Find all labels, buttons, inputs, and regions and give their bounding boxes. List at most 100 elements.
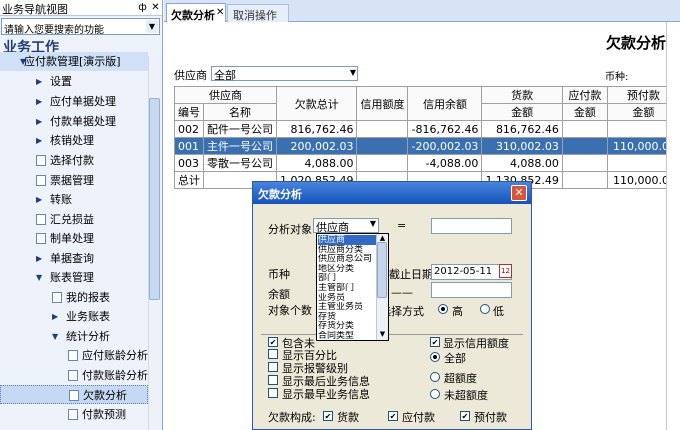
sidebar-item[interactable]: 选择付款 bbox=[0, 151, 148, 170]
dropdown-option[interactable]: 供应商分类 bbox=[318, 245, 378, 255]
sidebar-item[interactable]: ▶ 核销处理 bbox=[0, 131, 148, 150]
expand-right-icon[interactable]: ▶ bbox=[52, 307, 58, 326]
document-icon bbox=[68, 350, 78, 361]
expand-right-icon[interactable]: ▶ bbox=[36, 131, 42, 150]
pin-icon[interactable]: ф bbox=[137, 1, 148, 14]
sidebar-item[interactable]: ▶ 设置 bbox=[0, 72, 148, 91]
balance-to-input[interactable] bbox=[431, 282, 512, 298]
expand-right-icon[interactable]: ▶ bbox=[36, 190, 42, 209]
expand-right-icon[interactable]: ▶ bbox=[36, 72, 42, 91]
tab-cancel-operation[interactable]: 取消操作 bbox=[227, 4, 289, 22]
calendar-icon[interactable]: 12 bbox=[499, 264, 512, 278]
table-row[interactable]: 003 零散一号公司 4,088.00 -4,088.00 4,088.00 bbox=[174, 154, 680, 172]
option-checkbox[interactable] bbox=[268, 362, 278, 372]
table-cell: 003 bbox=[174, 154, 204, 172]
sidebar-item[interactable]: ▶ 转账 bbox=[0, 190, 148, 209]
scroll-up-icon[interactable]: ▲ bbox=[378, 234, 387, 242]
composition-checkbox[interactable]: ✔ bbox=[460, 411, 470, 421]
sidebar-item-label: 转账 bbox=[50, 193, 72, 206]
dropdown-option[interactable]: 存货分类 bbox=[318, 321, 378, 331]
dropdown-option[interactable]: 主管部门 bbox=[318, 283, 378, 293]
sidebar-item-label: 应付单据处理 bbox=[50, 95, 116, 108]
composition-checkbox[interactable]: ✔ bbox=[323, 411, 333, 421]
expand-right-icon[interactable]: ▶ bbox=[36, 92, 42, 111]
vendor-select[interactable]: 全部 ▼ bbox=[211, 66, 358, 82]
sort-low-radio[interactable] bbox=[480, 304, 490, 314]
sidebar-item[interactable]: 付款账龄分析 bbox=[0, 366, 148, 385]
dropdown-option[interactable]: 主管业务员 bbox=[318, 302, 378, 312]
analysis-target-select[interactable]: 供应商 ▼ bbox=[313, 218, 379, 234]
sidebar-item[interactable]: ▶ 单据查询 bbox=[0, 249, 148, 268]
option-checkbox[interactable] bbox=[268, 349, 278, 359]
expand-down-icon[interactable]: ▼ bbox=[52, 327, 58, 346]
composition-checkbox[interactable]: ✔ bbox=[388, 411, 398, 421]
analysis-target-input[interactable] bbox=[431, 218, 512, 234]
sort-low-label: 低 bbox=[493, 305, 504, 318]
sidebar-item[interactable]: 应付账龄分析 bbox=[0, 346, 148, 365]
expand-down-icon[interactable]: ▼ bbox=[36, 268, 42, 287]
sidebar-item[interactable]: ▼ 账表管理 bbox=[0, 268, 148, 287]
dropdown-scroll-thumb[interactable] bbox=[377, 242, 387, 298]
chevron-down-icon[interactable]: ▼ bbox=[370, 219, 376, 228]
sidebar-item[interactable]: 欠款分析 bbox=[0, 385, 148, 404]
table-row[interactable]: 002 配件一号公司 816,762.46 -816,762.46 816,762.46 bbox=[174, 120, 680, 138]
chevron-down-icon[interactable]: ▼ bbox=[350, 68, 356, 77]
table-cell: -816,762.46 bbox=[407, 120, 483, 138]
nav-close-icon[interactable]: ✕ bbox=[150, 1, 161, 14]
tab-debt-analysis[interactable]: 欠款分析 ✕ bbox=[166, 3, 226, 22]
sidebar-item[interactable]: ▶ 业务账表 bbox=[0, 307, 148, 326]
dropdown-option[interactable]: 存货 bbox=[318, 312, 378, 322]
col-header-vendor: 供应商 bbox=[174, 86, 277, 104]
credit-filter-radio[interactable] bbox=[430, 372, 440, 382]
option-checkbox-label: 显示最早业务信息 bbox=[282, 388, 370, 401]
credit-filter-label: 超额度 bbox=[444, 372, 477, 385]
option-checkbox[interactable] bbox=[268, 375, 278, 385]
nav-title: 业务导航视图 bbox=[2, 3, 68, 16]
sidebar-item[interactable]: 票据管理 bbox=[0, 171, 148, 190]
currency-label: 币种: bbox=[605, 72, 629, 83]
sidebar-item[interactable]: 我的报表 bbox=[0, 288, 148, 307]
sidebar-item-label: 选择付款 bbox=[50, 154, 94, 167]
option-checkbox[interactable]: ✔ bbox=[268, 337, 278, 347]
sidebar-item-label: 账表管理 bbox=[50, 271, 94, 284]
debt-table: 供应商 欠款总计 信用额度 信用余额 货款 应付款 预付款 编号 名称 金额 金… bbox=[174, 86, 680, 189]
sidebar-item[interactable]: ▼ 统计分析 bbox=[0, 327, 148, 346]
table-cell: 001 bbox=[174, 137, 204, 155]
sort-high-label: 高 bbox=[452, 305, 463, 318]
nav-search-combo[interactable]: 请输入您要搜索的功能 ▼ bbox=[1, 18, 160, 36]
credit-filter-radio[interactable] bbox=[430, 389, 440, 399]
option-checkbox[interactable] bbox=[268, 388, 278, 398]
document-icon bbox=[52, 292, 62, 303]
table-cell bbox=[356, 154, 409, 172]
expand-right-icon[interactable]: ▶ bbox=[36, 112, 42, 131]
chevron-down-icon[interactable]: ▼ bbox=[146, 20, 158, 33]
expand-right-icon[interactable]: ▶ bbox=[36, 249, 42, 268]
tab-close-icon[interactable]: ✕ bbox=[216, 7, 224, 18]
sort-high-radio[interactable] bbox=[438, 304, 448, 314]
table-row[interactable]: 001 主件一号公司 200,002.03 -200,002.03 310,002.03… bbox=[174, 137, 680, 155]
document-icon bbox=[36, 233, 46, 244]
dropdown-option[interactable]: 地区分类 bbox=[318, 264, 378, 274]
show-credit-checkbox[interactable]: ✔ bbox=[430, 337, 440, 347]
close-icon[interactable]: ✕ bbox=[511, 185, 527, 201]
table-cell bbox=[561, 154, 608, 172]
dropdown-option[interactable]: 部门 bbox=[318, 273, 378, 283]
sidebar-item[interactable]: 付款预测 bbox=[0, 405, 148, 424]
sidebar-item[interactable]: ▼ 应付款管理[演示版] bbox=[0, 52, 148, 71]
credit-filter-radio[interactable] bbox=[430, 352, 440, 362]
dropdown-option[interactable]: 供应商总公司 bbox=[318, 254, 378, 264]
sidebar-item[interactable]: ▶ 付款单据处理 bbox=[0, 112, 148, 131]
sidebar-item-label: 业务账表 bbox=[66, 310, 110, 323]
sidebar-item-label: 付款账龄分析 bbox=[82, 369, 148, 382]
composition-label-item: 货款 bbox=[337, 411, 359, 424]
dropdown-option[interactable]: 供应商 bbox=[318, 235, 378, 245]
sidebar-item[interactable]: 汇兑损益 bbox=[0, 210, 148, 229]
document-icon bbox=[69, 390, 79, 401]
scroll-down-icon[interactable]: ▼ bbox=[378, 330, 387, 338]
table-cell: 配件一号公司 bbox=[203, 120, 277, 138]
sidebar-item[interactable]: ▶ 应付单据处理 bbox=[0, 92, 148, 111]
dropdown-option[interactable]: 合同类型 bbox=[318, 331, 378, 341]
sidebar-item[interactable]: 制单处理 bbox=[0, 229, 148, 248]
nav-scrollbar-thumb[interactable] bbox=[149, 98, 160, 300]
dropdown-option[interactable]: 业务员 bbox=[318, 293, 378, 303]
